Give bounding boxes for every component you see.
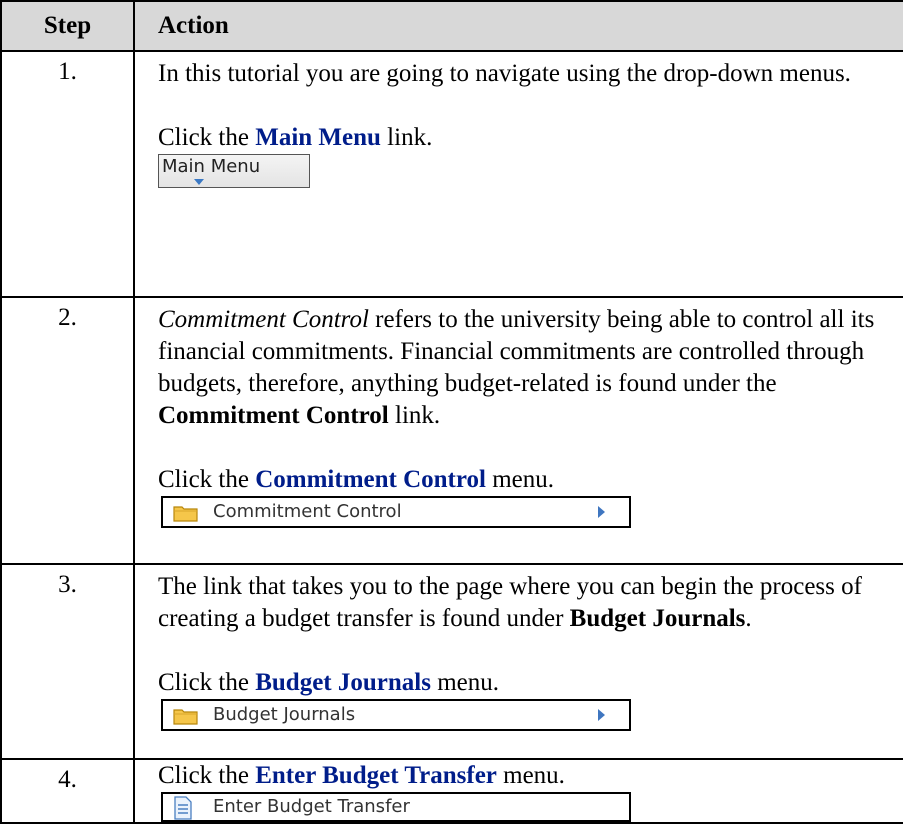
click-prefix: Click the — [158, 762, 256, 789]
main-menu-link-text[interactable]: Main Menu — [255, 124, 381, 151]
click-prefix: Click the — [158, 466, 256, 493]
budget-journals-link-text[interactable]: Budget Journals — [255, 669, 431, 696]
menu-item-label: Budget Journals — [213, 704, 356, 725]
italic-term: Commitment Control — [158, 306, 369, 333]
instruction-end: . — [745, 605, 752, 632]
main-menu-button[interactable]: Main Menu — [158, 154, 310, 188]
action-cell: The link that takes you to the page wher… — [133, 563, 903, 760]
steps-table: Step Action 1. In this tutorial you are … — [0, 0, 903, 824]
table-header-row: Step Action — [0, 0, 903, 52]
click-suffix: menu. — [430, 669, 499, 696]
menu-item-label: Enter Budget Transfer — [213, 796, 410, 817]
action-cell: In this tutorial you are going to naviga… — [133, 50, 903, 298]
action-cell: Commitment Control refers to the univers… — [133, 296, 903, 565]
chevron-right-icon — [598, 709, 605, 721]
table-row: 3. The link that takes you to the page w… — [0, 563, 903, 760]
table-row: 1. In this tutorial you are going to nav… — [0, 50, 903, 298]
instruction-text: The link that takes you to the page wher… — [158, 571, 887, 635]
click-prefix: Click the — [158, 669, 256, 696]
table-row: 2. Commitment Control refers to the univ… — [0, 296, 903, 565]
commitment-control-menu-item[interactable]: Commitment Control — [161, 496, 631, 528]
enter-budget-transfer-link-text[interactable]: Enter Budget Transfer — [255, 762, 497, 789]
click-suffix: link. — [380, 124, 433, 151]
commitment-control-link-text[interactable]: Commitment Control — [255, 466, 486, 493]
budget-journals-menu-item[interactable]: Budget Journals — [161, 699, 631, 731]
instruction-end: link. — [388, 402, 441, 429]
click-instruction: Click the Budget Journals menu. — [158, 667, 887, 699]
chevron-down-icon — [194, 179, 204, 185]
click-instruction: Click the Main Menu link. — [158, 122, 887, 154]
step-number: 2. — [0, 296, 135, 565]
menu-item-label: Commitment Control — [213, 501, 402, 522]
enter-budget-transfer-menu-item[interactable]: Enter Budget Transfer — [161, 792, 631, 822]
instruction-text: Commitment Control refers to the univers… — [158, 304, 887, 432]
click-prefix: Click the — [158, 124, 256, 151]
click-suffix: menu. — [496, 762, 565, 789]
step-number: 4. — [0, 758, 135, 824]
action-column-header: Action — [133, 0, 903, 52]
step-number: 1. — [0, 50, 135, 298]
instruction-body: The link that takes you to the page wher… — [158, 573, 862, 632]
folder-icon — [173, 506, 198, 522]
click-suffix: menu. — [485, 466, 555, 493]
action-cell: Click the Enter Budget Transfer menu. En… — [133, 758, 903, 824]
bold-term: Commitment Control — [158, 402, 389, 429]
step-column-header: Step — [0, 0, 135, 52]
click-instruction: Click the Enter Budget Transfer menu. — [158, 760, 887, 792]
table-row: 4. Click the Enter Budget Transfer menu.… — [0, 758, 903, 824]
step-number: 3. — [0, 563, 135, 760]
click-instruction: Click the Commitment Control menu. — [158, 464, 887, 496]
bold-term: Budget Journals — [569, 605, 746, 632]
folder-icon — [173, 709, 198, 725]
document-icon — [174, 796, 192, 820]
main-menu-label: Main Menu — [162, 156, 261, 177]
instruction-text: In this tutorial you are going to naviga… — [158, 60, 851, 87]
chevron-right-icon — [598, 506, 605, 518]
